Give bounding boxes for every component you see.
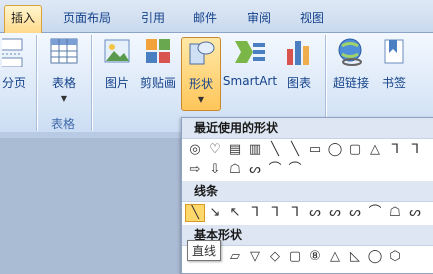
recent-shapes-row: ◎ ♡ ▤ ▥ ╲ ╲ ▭ ◯ ▢ △ ᒣ ᒣ — [182, 140, 433, 160]
chart-button[interactable]: 图表 — [281, 37, 317, 109]
group-separator — [91, 35, 92, 131]
chart-label: 图表 — [286, 76, 311, 90]
shape-item[interactable]: ▥ — [246, 142, 264, 158]
shape-item[interactable]: ᔕ — [406, 205, 424, 221]
tab-insert[interactable]: 插入 — [4, 5, 43, 33]
clipart-icon — [146, 39, 170, 63]
tab-page-layout[interactable]: 页面布局 — [63, 8, 111, 28]
shape-item[interactable]: ▽ — [246, 249, 264, 265]
tab-references[interactable]: 引用 — [141, 8, 165, 28]
page-break-icon — [2, 38, 23, 67]
recent-shapes-header: 最近使用的形状 — [182, 118, 433, 139]
tooltip-line: 直线 — [187, 240, 222, 261]
shape-item[interactable]: ♡ — [206, 142, 224, 158]
shape-item[interactable]: ▤ — [226, 142, 244, 158]
shape-item[interactable]: ᒣ — [266, 205, 284, 221]
tab-review[interactable]: 审阅 — [247, 8, 271, 28]
page-break-label: 分页 — [1, 76, 26, 90]
recent-shapes-row-2: ⇨ ⇩ ☖ ᔕ ⌒ ⌒ — [182, 160, 433, 180]
shapes-icon — [189, 41, 215, 65]
shape-item[interactable]: ◯ — [326, 142, 344, 158]
shape-item[interactable]: ᔕ — [246, 162, 264, 178]
shapes-label: 形状 — [188, 77, 213, 91]
shape-item[interactable]: ↘ — [206, 205, 224, 221]
shape-item[interactable]: ᒣ — [406, 142, 424, 158]
shape-item[interactable]: ⬡ — [386, 249, 404, 265]
picture-button[interactable]: 图片 — [99, 37, 135, 109]
bookmark-icon — [384, 39, 404, 64]
shape-item[interactable]: ᒣ — [246, 205, 264, 221]
shape-item[interactable]: ⌒ — [366, 205, 384, 221]
shape-item[interactable]: ╲ — [286, 142, 304, 158]
page-break-button[interactable]: 分页 — [0, 37, 28, 109]
shape-item[interactable]: ☖ — [226, 162, 244, 178]
bookmark-button[interactable]: 书签 — [375, 37, 413, 109]
picture-label: 图片 — [104, 76, 129, 90]
hyperlink-label: 超链接 — [332, 76, 369, 90]
dropdown-arrow-icon: ▼ — [197, 95, 205, 104]
shape-item[interactable]: ⇩ — [206, 162, 224, 178]
chart-icon — [287, 41, 309, 65]
hyperlink-button[interactable]: 超链接 — [331, 37, 371, 109]
shape-item[interactable]: ᔕ — [326, 205, 344, 221]
group-separator — [36, 35, 37, 131]
shape-item[interactable]: ᒣ — [286, 205, 304, 221]
shape-item[interactable]: ▢ — [346, 142, 364, 158]
shape-item[interactable]: ▱ — [226, 249, 244, 265]
shape-item[interactable]: △ — [366, 142, 384, 158]
smartart-icon — [235, 41, 265, 63]
hyperlink-icon — [338, 38, 362, 66]
shape-item[interactable]: ⌒ — [286, 162, 304, 178]
tab-view[interactable]: 视图 — [300, 8, 324, 28]
shape-item[interactable]: △ — [326, 249, 344, 265]
clipart-label: 剪贴画 — [139, 76, 176, 90]
tab-mailings[interactable]: 邮件 — [193, 8, 217, 28]
shape-item[interactable]: ◯ — [366, 249, 384, 265]
picture-icon — [104, 39, 130, 63]
shape-item[interactable]: ⇨ — [186, 162, 204, 178]
shape-item[interactable]: ▭ — [306, 142, 324, 158]
smartart-button[interactable]: SmartArt — [222, 37, 278, 109]
shape-item[interactable]: ⑧ — [306, 249, 324, 265]
shape-item[interactable]: ╲ — [185, 204, 205, 222]
shape-item[interactable]: ◇ — [266, 249, 284, 265]
shape-item[interactable]: ▢ — [286, 249, 304, 265]
clipart-button[interactable]: 剪贴画 — [137, 37, 179, 109]
shape-item[interactable]: ╲ — [266, 142, 284, 158]
shape-item[interactable]: ᔕ — [346, 205, 364, 221]
dropdown-arrow-icon: ▼ — [60, 94, 68, 103]
ribbon-tab-strip: 插入 页面布局 引用 邮件 审阅 视图 — [0, 0, 433, 33]
table-icon — [50, 38, 78, 64]
bookmark-label: 书签 — [381, 76, 406, 90]
shape-item[interactable]: ↖ — [226, 205, 244, 221]
lines-header: 线条 — [182, 181, 433, 202]
shapes-button[interactable]: 形状 ▼ — [181, 37, 221, 111]
lines-row: ╲ ↘ ↖ ᒣ ᒣ ᒣ ᔕ ᔕ ᔕ ⌒ ☖ ᔕ — [182, 203, 433, 223]
table-button[interactable]: 表格 ▼ — [44, 37, 84, 113]
group-label-tables: 表格 — [51, 117, 76, 131]
shape-item[interactable]: ◎ — [186, 142, 204, 158]
smartart-label: SmartArt — [222, 74, 278, 88]
shape-item[interactable]: ᒣ — [386, 142, 404, 158]
shape-item[interactable]: ◺ — [346, 249, 364, 265]
shape-item[interactable]: ⌒ — [266, 162, 284, 178]
table-label: 表格 — [51, 76, 76, 90]
shape-item[interactable]: ☖ — [386, 205, 404, 221]
shape-item[interactable]: ᔕ — [306, 205, 324, 221]
